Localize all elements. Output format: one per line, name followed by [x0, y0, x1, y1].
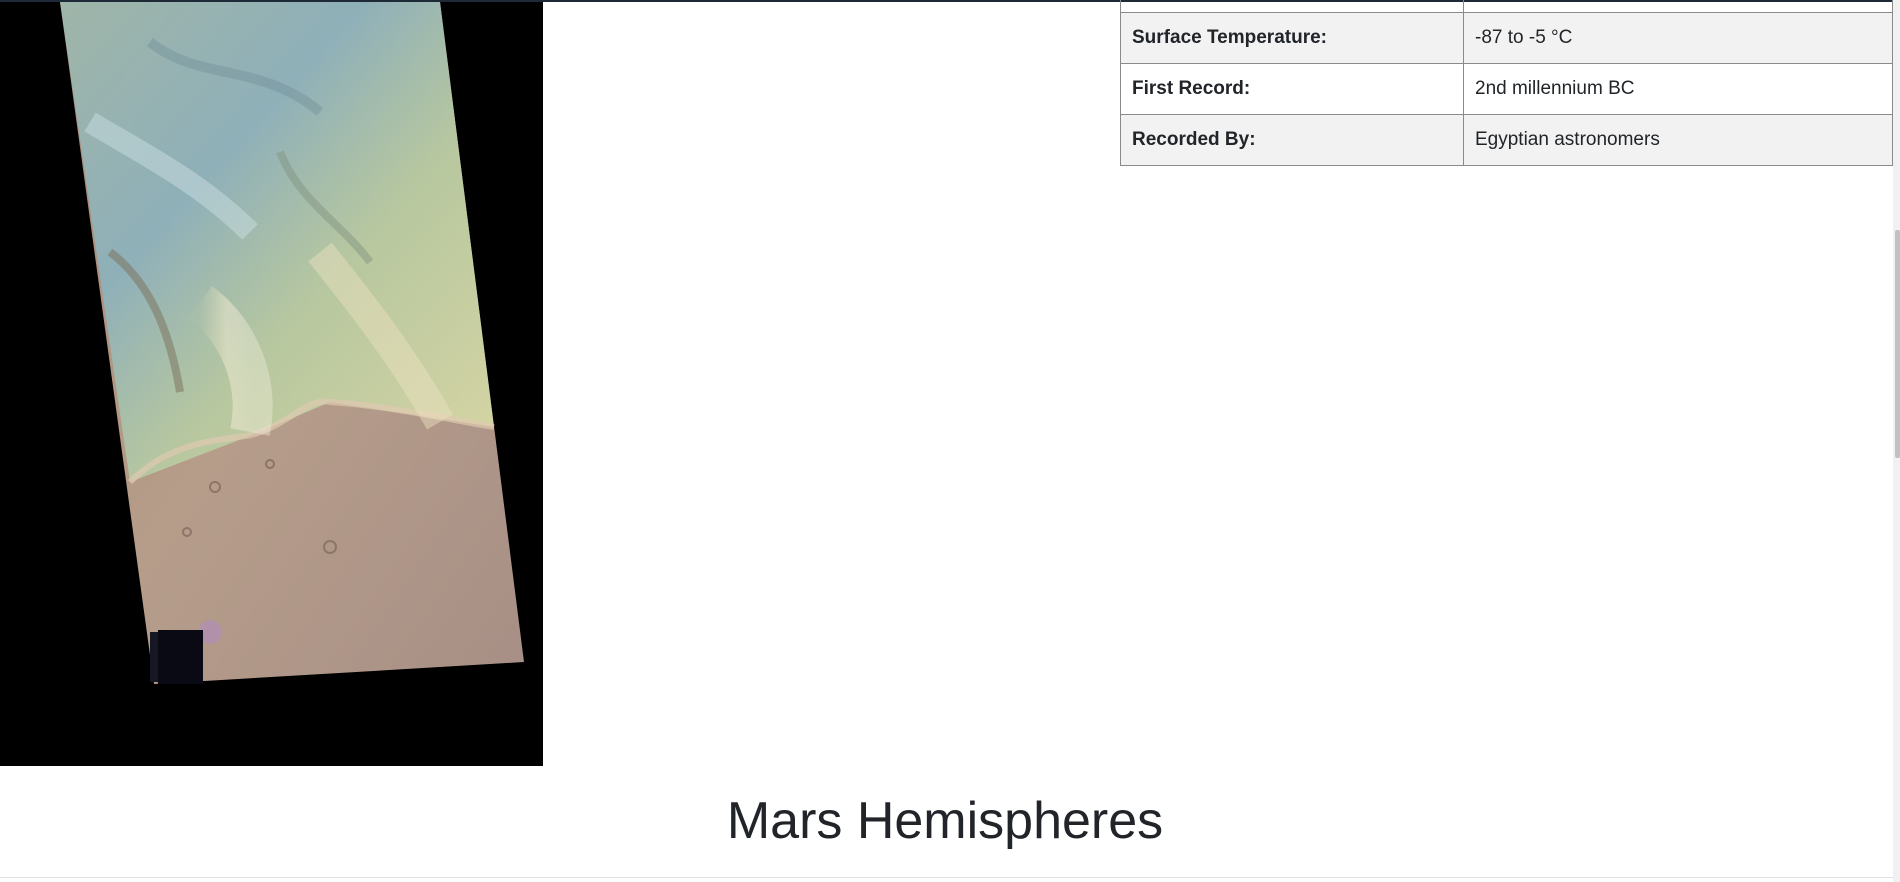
- mars-surface-image: [60, 2, 524, 684]
- divider: [0, 877, 1893, 878]
- fact-label: First Record:: [1120, 63, 1464, 115]
- fact-label: [1120, 0, 1464, 13]
- table-row: [1120, 0, 1893, 13]
- scrollbar-track[interactable]: [1893, 0, 1900, 882]
- planet-facts-table: Surface Temperature: -87 to -5 °C First …: [1120, 0, 1893, 166]
- fact-value: 2nd millennium BC: [1463, 63, 1893, 115]
- table-row: Recorded By: Egyptian astronomers: [1120, 114, 1893, 166]
- scrollbar-thumb[interactable]: [1895, 230, 1900, 458]
- featured-mars-image: [0, 2, 543, 766]
- section-heading: Mars Hemispheres: [726, 792, 1164, 850]
- fact-label: Surface Temperature:: [1120, 12, 1464, 64]
- fact-value: [1463, 0, 1893, 13]
- table-row: Surface Temperature: -87 to -5 °C: [1120, 12, 1893, 64]
- fact-value: Egyptian astronomers: [1463, 114, 1893, 166]
- fact-label: Recorded By:: [1120, 114, 1464, 166]
- fact-value: -87 to -5 °C: [1463, 12, 1893, 64]
- table-row: First Record: 2nd millennium BC: [1120, 63, 1893, 115]
